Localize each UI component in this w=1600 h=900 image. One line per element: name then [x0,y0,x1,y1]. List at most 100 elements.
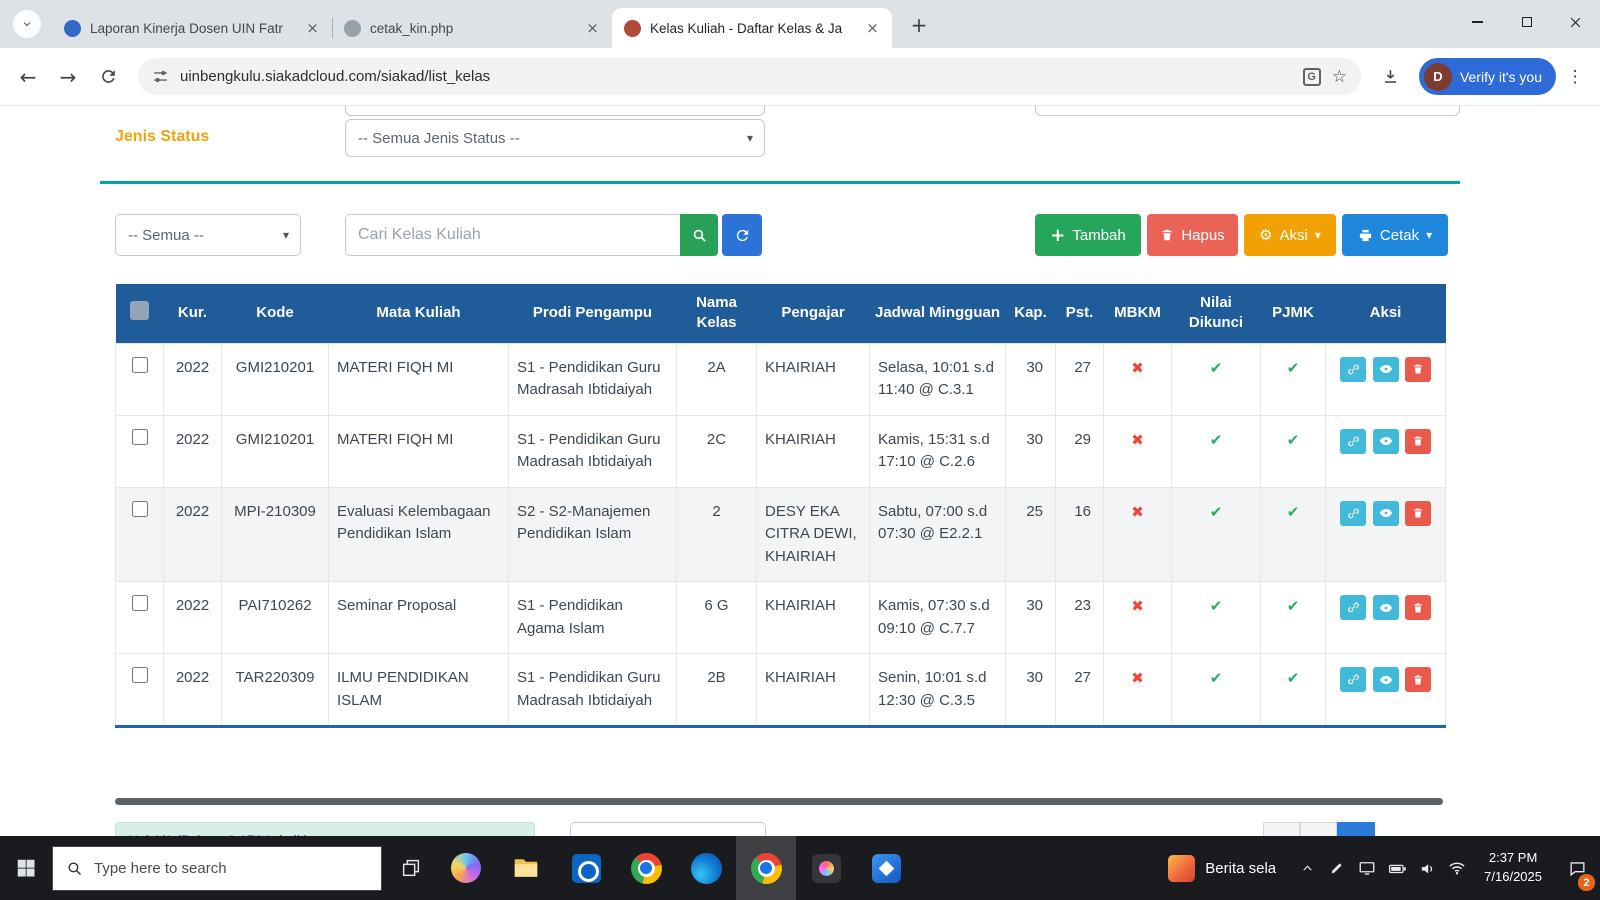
news-widget[interactable]: Berita sela [1152,836,1292,900]
pagination [1263,822,1375,836]
new-tab-button[interactable]: + [905,11,933,39]
tray-pen-button[interactable] [1322,836,1352,900]
taskbar-search-input[interactable]: Type here to search [52,846,382,891]
taskbar-app-edge[interactable] [676,836,736,900]
refresh-button[interactable] [722,214,762,256]
cell-kapasitas: 25 [1006,487,1056,582]
site-settings-icon[interactable] [152,68,169,85]
search-input[interactable] [345,214,680,256]
view-action-button[interactable] [1373,501,1399,526]
task-view-button[interactable] [386,836,436,900]
chrome-icon [631,853,662,884]
address-bar[interactable]: uinbengkulu.siakadcloud.com/siakad/list_… [138,58,1361,95]
view-action-button[interactable] [1373,357,1399,382]
verify-profile-chip[interactable]: D Verify it's you [1419,58,1556,95]
taskbar-app-outlook[interactable] [556,836,616,900]
horizontal-scrollbar[interactable] [115,798,1443,805]
scope-select-value: -- Semua -- [128,227,204,244]
tray-overflow-button[interactable] [1292,836,1322,900]
pagination-current-page[interactable] [1337,822,1375,836]
taskbar-app-paint[interactable] [796,836,856,900]
action-center-button[interactable]: 2 [1554,836,1600,900]
link-action-button[interactable] [1340,667,1366,692]
tambah-button[interactable]: Tambah [1035,214,1141,256]
jenis-status-select[interactable]: -- Semua Jenis Status -- [345,119,765,157]
tray-volume-button[interactable] [1412,836,1442,900]
taskbar-app-file-explorer[interactable] [496,836,556,900]
cetak-dropdown-button[interactable]: Cetak [1342,214,1448,256]
view-action-button[interactable] [1373,595,1399,620]
row-checkbox[interactable] [132,501,148,517]
nilai-dikunci-status-icon: ✔ [1172,415,1261,487]
delete-action-button[interactable] [1405,501,1431,526]
cell-mata-kuliah: MATERI FIQH MI [329,343,509,415]
tray-battery-button[interactable] [1382,836,1412,900]
cell-kapasitas: 30 [1006,654,1056,727]
back-button[interactable]: ← [10,59,46,95]
row-checkbox[interactable] [132,595,148,611]
trash-icon [1412,507,1424,519]
tab-cetak-kin[interactable]: cetak_kin.php × [332,8,612,48]
cetak-label: Cetak [1380,227,1419,244]
aksi-label: Aksi [1280,227,1308,244]
window-close-button[interactable] [1551,0,1600,44]
search-button[interactable] [680,214,718,256]
link-action-button[interactable] [1340,501,1366,526]
eye-icon [1379,601,1393,615]
tab-laporan-kinerja[interactable]: Laporan Kinerja Dosen UIN Fatr × [52,8,332,48]
start-button[interactable] [0,836,52,900]
cell-prodi-pengampu: S1 - Pendidikan Agama Islam [509,582,677,654]
cell-mata-kuliah: Seminar Proposal [329,582,509,654]
tab-kelas-kuliah-active[interactable]: Kelas Kuliah - Daftar Kelas & Ja × [612,8,892,48]
downloads-button[interactable] [1373,59,1409,95]
browser-menu-button[interactable] [1560,59,1590,95]
delete-action-button[interactable] [1405,357,1431,382]
select-all-checkbox[interactable] [130,301,149,320]
view-action-button[interactable] [1373,429,1399,454]
trash-icon [1412,363,1424,375]
hapus-button[interactable]: Hapus [1147,214,1238,256]
tab-favicon-icon [344,20,361,37]
chevron-down-icon [1426,228,1432,242]
row-checkbox[interactable] [132,357,148,373]
taskbar-app-chrome-active[interactable] [736,836,796,900]
row-checkbox[interactable] [132,667,148,683]
tray-display-button[interactable] [1352,836,1382,900]
taskbar-app-chrome[interactable] [616,836,676,900]
taskbar-app-copilot[interactable] [436,836,496,900]
translate-icon[interactable] [1303,68,1321,86]
link-action-button[interactable] [1340,357,1366,382]
forward-button[interactable]: → [50,59,86,95]
delete-action-button[interactable] [1405,429,1431,454]
page-size-select[interactable] [570,822,766,836]
window-minimize-button[interactable] [1453,0,1502,44]
chevron-up-icon [1301,862,1314,875]
delete-action-button[interactable] [1405,595,1431,620]
cell-jadwal-mingguan: Sabtu, 07:00 s.d 07:30 @ E2.2.1 [870,487,1006,582]
browser-profile-button[interactable] [13,10,41,38]
pagination-button[interactable] [1263,822,1300,836]
tab-close-icon[interactable]: × [303,19,322,38]
cut-off-select[interactable] [345,105,765,116]
tray-network-button[interactable] [1442,836,1472,900]
scope-select[interactable]: -- Semua -- [115,214,301,256]
link-icon [1347,601,1360,614]
cell-mata-kuliah: ILMU PENDIDIKAN ISLAM [329,654,509,727]
pagination-button[interactable] [1300,822,1337,836]
tab-close-icon[interactable]: × [863,19,882,38]
reload-button[interactable] [90,59,126,95]
view-action-button[interactable] [1373,667,1399,692]
tab-close-icon[interactable]: × [583,19,602,38]
cell-kurikulum: 2022 [164,415,222,487]
taskbar-app-photos[interactable] [856,836,916,900]
cut-off-select[interactable] [1035,105,1460,116]
window-maximize-button[interactable] [1502,0,1551,44]
bookmark-star-icon[interactable] [1332,67,1347,87]
aksi-dropdown-button[interactable]: Aksi [1244,214,1336,256]
taskbar-clock[interactable]: 2:37 PM 7/16/2025 [1472,849,1554,887]
link-action-button[interactable] [1340,429,1366,454]
trash-icon [1412,602,1424,614]
delete-action-button[interactable] [1405,667,1431,692]
row-checkbox[interactable] [132,429,148,445]
link-action-button[interactable] [1340,595,1366,620]
